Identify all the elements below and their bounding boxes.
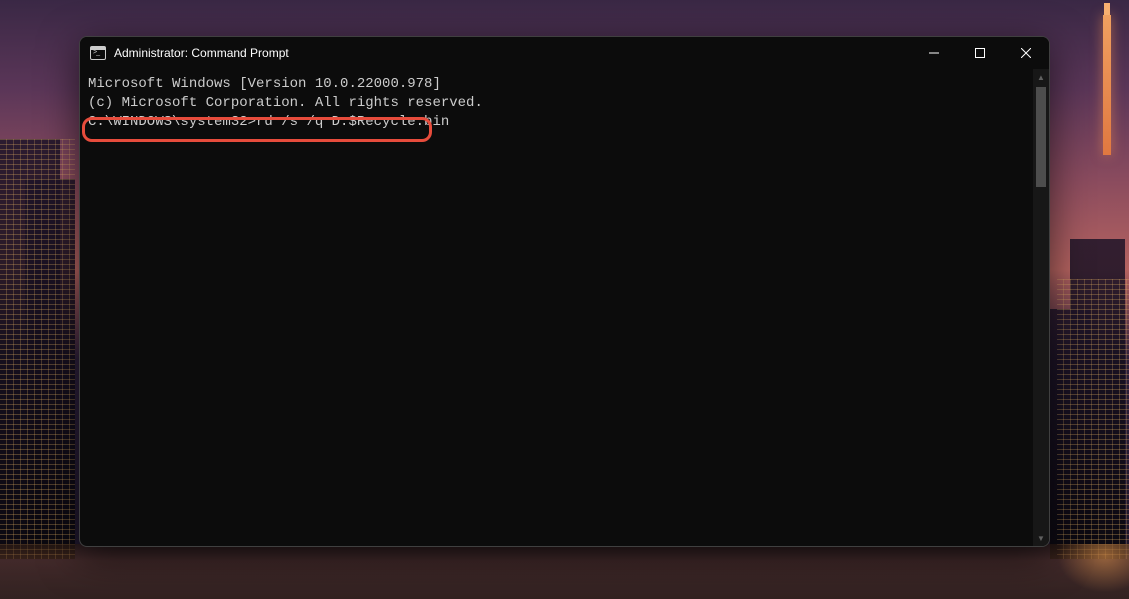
window-titlebar[interactable]: Administrator: Command Prompt [80, 37, 1049, 69]
maximize-icon [975, 48, 985, 58]
scrollbar-thumb[interactable] [1036, 87, 1046, 187]
terminal-command-text: rd /s /q D:$Recycle.bin [256, 114, 449, 130]
minimize-icon [929, 48, 939, 58]
minimize-button[interactable] [911, 37, 957, 69]
maximize-button[interactable] [957, 37, 1003, 69]
terminal-command-line: C:\WINDOWS\system32>rd /s /q D:$Recycle.… [88, 113, 1041, 132]
terminal-prompt: C:\WINDOWS\system32> [88, 113, 256, 132]
terminal-copyright-line: (c) Microsoft Corporation. All rights re… [88, 94, 1041, 113]
window-title: Administrator: Command Prompt [114, 46, 289, 60]
close-icon [1021, 48, 1031, 58]
scrollbar-down-arrow-icon[interactable]: ▼ [1033, 530, 1049, 546]
vertical-scrollbar[interactable]: ▲ ▼ [1033, 69, 1049, 546]
command-prompt-window: Administrator: Command Prompt Microsoft … [79, 36, 1050, 547]
wallpaper-water-reflection [0, 544, 1129, 599]
terminal-output-area[interactable]: Microsoft Windows [Version 10.0.22000.97… [80, 69, 1049, 546]
terminal-version-line: Microsoft Windows [Version 10.0.22000.97… [88, 75, 1041, 94]
scrollbar-up-arrow-icon[interactable]: ▲ [1033, 69, 1049, 85]
close-button[interactable] [1003, 37, 1049, 69]
terminal-icon [90, 46, 106, 60]
window-controls [911, 37, 1049, 69]
